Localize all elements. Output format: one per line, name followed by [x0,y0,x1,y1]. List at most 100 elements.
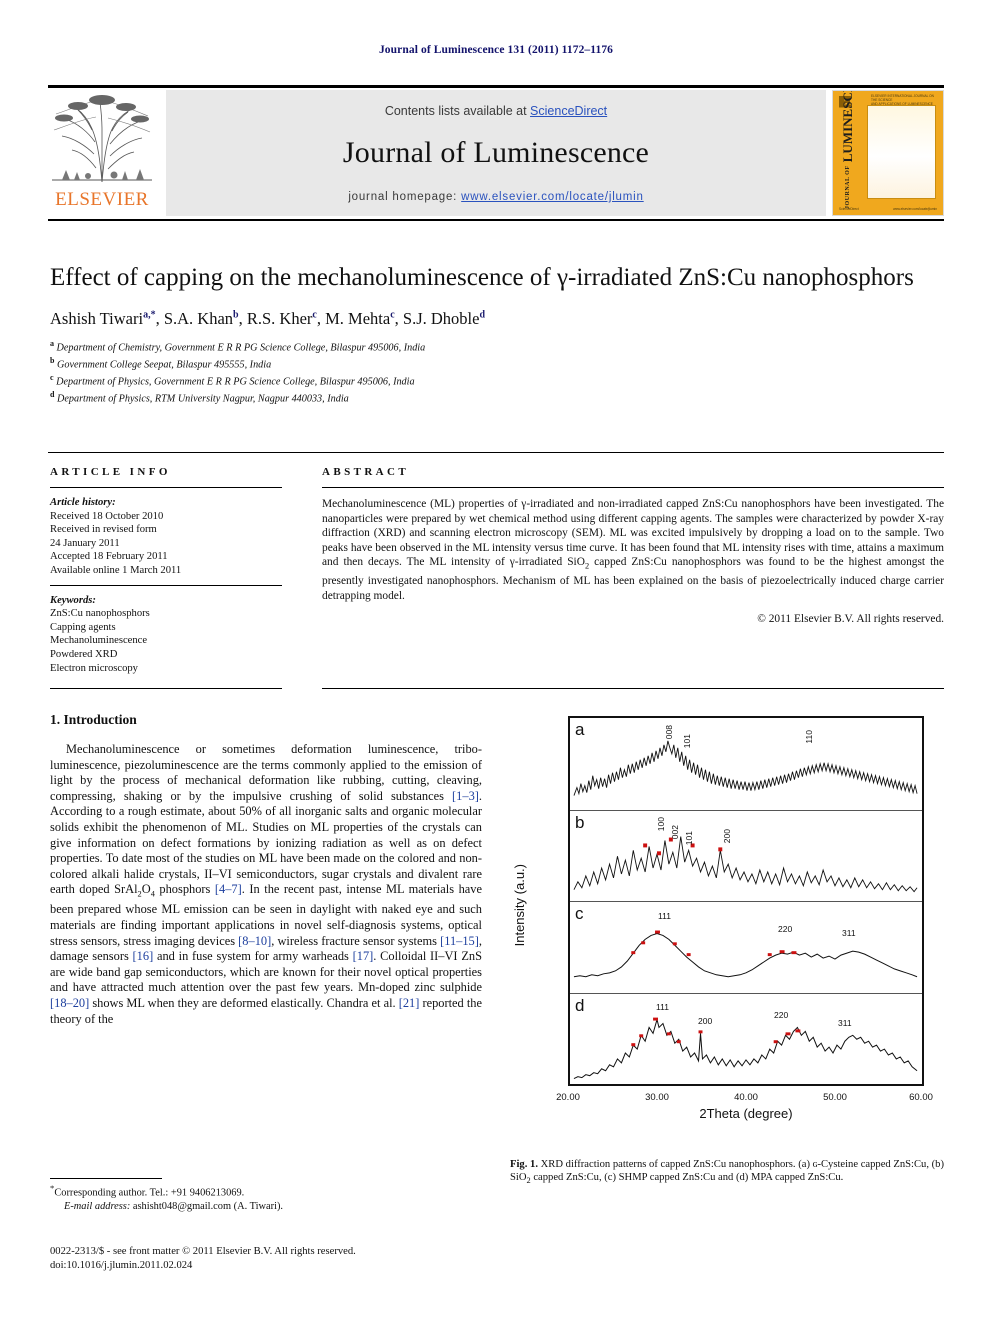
article-info-column: ARTICLE INFO Article history: Received 1… [50,466,282,675]
author-entry: S.J. Dhobled [402,309,485,328]
journal-homepage-line: journal homepage: www.elsevier.com/locat… [166,191,826,203]
panel-letter-c: c [575,904,584,923]
peak-label-101: 101 [682,734,692,749]
peak-label-220: 220 [774,1009,789,1020]
peak-label-008: 008 [664,725,674,740]
citation-ref[interactable]: [18–20] [50,996,89,1010]
affiliation-list: a Department of Chemistry, Government E … [50,338,930,406]
introduction-paragraph: Mechanoluminescence or sometimes deforma… [50,742,482,1026]
keyword-list: Keywords: ZnS:Cu nanophosphors Capping a… [50,594,282,676]
section-heading-introduction: 1. Introduction [50,712,137,727]
body-column-left: 1. Introduction Mechanoluminescence or s… [50,712,482,1027]
affiliation-text: Department of Physics, RTM University Na… [57,393,349,405]
journal-masthead: ELSEVIER Contents lists available at Sci… [48,90,944,216]
abstract-heading: ABSTRACT [322,466,410,478]
doi-line[interactable]: doi:10.1016/j.jlumin.2011.02.024 [50,1259,490,1273]
affiliation-text: Department of Chemistry, Government E R … [56,342,426,354]
masthead-center: Contents lists available at ScienceDirec… [166,90,826,216]
peak-markers-b [643,837,723,855]
citation-ref[interactable]: [16] [133,949,154,963]
affiliation-mark: a [50,339,54,348]
xrd-trace-d [570,1017,922,1085]
elsevier-logo: ELSEVIER [48,90,156,216]
citation-ref[interactable]: [1–3] [452,789,479,803]
elsevier-tree-icon [48,90,156,190]
peak-label-100: 100 [656,816,666,831]
cover-inner-panel [867,105,936,199]
xrd-trace-a [570,718,922,810]
history-item: Available online 1 March 2011 [50,564,182,576]
figure-caption-label: Fig. 1. [510,1159,538,1170]
affiliation-item: c Department of Physics, Government E R … [50,372,930,389]
xrd-trace-b [570,811,922,902]
xrd-trace-c [570,930,922,993]
keywords-label: Keywords: [50,594,96,606]
peak-label-200: 200 [698,1015,713,1026]
masthead-bottom-rule [48,219,944,221]
history-item: Received in revised form [50,524,157,536]
author-mark: a,* [143,309,156,321]
abstract-bottom-rule [322,688,944,689]
x-tick: 30.00 [645,1092,669,1103]
figure-canvas: Intensity (a.u.) a 008 101 110 b 100 002 [510,716,944,1146]
affiliation-mark: d [50,389,55,399]
affiliation-item: b Government College Seepat, Bilaspur 49… [50,355,930,372]
figure-caption: Fig. 1. XRD diffraction patterns of capp… [510,1158,944,1188]
peak-label-220: 220 [778,924,793,934]
elsevier-wordmark: ELSEVIER [55,189,149,210]
journal-homepage-link[interactable]: www.elsevier.com/locate/jlumin [461,191,644,203]
journal-title: Journal of Luminescence [342,136,650,169]
peak-label-311: 311 [838,1017,852,1028]
figure-caption-text: XRD diffraction patterns of capped ZnS:C… [510,1159,944,1186]
panel-letter-b: b [575,812,585,832]
paper-page: Journal of Luminescence 131 (2011) 1172–… [0,0,992,1323]
citation-ref[interactable]: [4–7] [215,882,242,896]
author-mark: c [312,309,317,321]
xrd-panel-a: a 008 101 110 [570,718,922,810]
corresponding-author-text: Corresponding author. Tel.: +91 94062130… [54,1187,245,1199]
footnote-rule [50,1178,162,1179]
footnote-block: *Corresponding author. Tel.: +91 9406213… [50,1182,480,1213]
x-axis: 20.00 30.00 40.00 50.00 60.00 2Theta (de… [556,1086,933,1121]
author-entry: Ashish Tiwaria,*, [50,309,164,328]
author-list: Ashish Tiwaria,*, S.A. Khanb, R.S. Kherc… [50,309,930,329]
affiliation-text: Department of Physics, Government E R R … [56,376,415,388]
panel-letter-a: a [575,720,585,739]
info-top-rule [48,452,944,453]
top-rule [48,85,944,88]
x-tick: 40.00 [734,1092,758,1103]
peak-label-110: 110 [804,730,814,744]
affiliation-item: a Department of Chemistry, Government E … [50,338,930,355]
peak-label-101: 101 [684,830,694,845]
affiliation-mark: b [50,355,55,365]
citation-ref[interactable]: [11–15] [440,934,479,948]
journal-cover-thumbnail: ELSEVIER INTERNATIONAL JOURNAL ON THE SC… [832,90,944,216]
email-value[interactable]: ashisht048@gmail.com (A. Tiwari). [133,1201,283,1212]
history-item: Accepted 18 February 2011 [50,551,168,563]
history-item: Received 18 October 2010 [50,510,164,522]
sciencedirect-link[interactable]: ScienceDirect [530,104,607,118]
copyright-block: 0022-2313/$ - see front matter © 2011 El… [50,1245,490,1272]
peak-label-200: 200 [722,828,732,843]
contents-prefix: Contents lists available at [384,104,531,118]
keyword-item: Capping agents [50,621,116,633]
citation-ref[interactable]: [21] [399,996,420,1010]
x-tick: 50.00 [823,1092,847,1103]
xrd-panel-d: d 111 200 220 311 [570,992,922,1085]
y-axis-label: Intensity (a.u.) [512,864,527,947]
keyword-item: Powdered XRD [50,648,118,660]
keyword-item: ZnS:Cu nanophosphors [50,608,150,620]
x-tick: 20.00 [556,1092,580,1103]
cover-title-vertical: JOURNAL OF LUMINESCENCE [840,90,855,209]
citation-ref[interactable]: [8–10] [238,934,271,948]
peak-label-002: 002 [670,824,680,839]
citation-ref[interactable]: [17] [353,949,374,963]
title-block: Effect of capping on the mechanoluminesc… [50,262,930,406]
article-history-label: Article history: [50,497,116,508]
peak-label-311: 311 [842,928,856,938]
author-mark: c [390,309,395,321]
affiliation-text: Government College Seepat, Bilaspur 4955… [57,359,272,371]
peak-markers-c [631,930,797,957]
author-mark: d [479,309,485,321]
panel-letter-d: d [575,995,585,1015]
